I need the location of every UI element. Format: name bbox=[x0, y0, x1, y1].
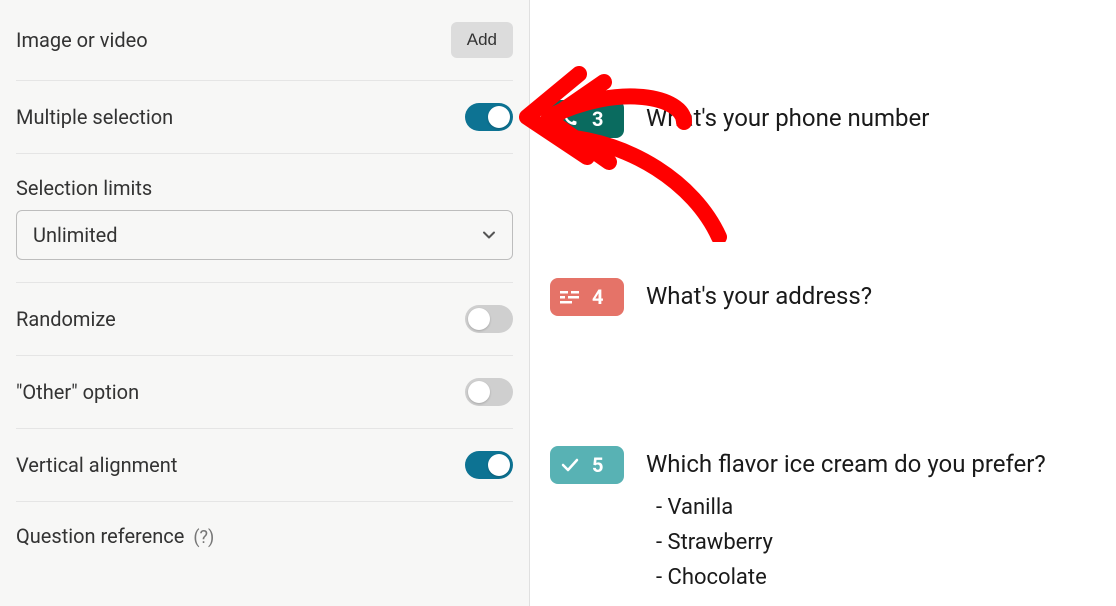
vertical-alignment-label: Vertical alignment bbox=[16, 453, 177, 477]
selection-limits-label: Selection limits bbox=[16, 154, 513, 210]
question-text-5: Which flavor ice cream do you prefer? bbox=[646, 450, 1046, 478]
choice-item: - Chocolate bbox=[656, 560, 1046, 595]
toggle-knob bbox=[468, 308, 490, 330]
toggle-knob bbox=[488, 454, 510, 476]
toggle-knob bbox=[468, 381, 490, 403]
address-icon bbox=[560, 289, 580, 305]
settings-sidebar: Image or video Add Multiple selection Se… bbox=[0, 0, 530, 606]
multiple-selection-label: Multiple selection bbox=[16, 105, 173, 129]
question-reference-label: Question reference (?) bbox=[16, 524, 214, 548]
question-text-4: What's your address? bbox=[646, 282, 872, 310]
choices-list: - Vanilla - Strawberry - Chocolate bbox=[656, 490, 1046, 596]
question-reference-text: Question reference bbox=[16, 524, 184, 548]
question-number-4: 4 bbox=[592, 285, 603, 309]
multiple-selection-row: Multiple selection bbox=[16, 81, 513, 154]
questions-preview: 3 What's your phone number 4 What's your… bbox=[530, 0, 1116, 606]
other-option-label: "Other" option bbox=[16, 380, 139, 404]
question-badge-5: 5 bbox=[550, 446, 624, 484]
vertical-alignment-toggle[interactable] bbox=[465, 451, 513, 479]
question-row-4[interactable]: 4 What's your address? bbox=[550, 278, 1096, 316]
check-icon bbox=[560, 457, 580, 473]
toggle-knob bbox=[488, 106, 510, 128]
image-or-video-row: Image or video Add bbox=[16, 0, 513, 81]
randomize-row: Randomize bbox=[16, 283, 513, 356]
randomize-toggle[interactable] bbox=[465, 305, 513, 333]
selection-limits-select[interactable]: Unlimited bbox=[16, 210, 513, 260]
phone-icon bbox=[560, 111, 580, 127]
image-or-video-label: Image or video bbox=[16, 28, 148, 52]
chevron-down-icon bbox=[482, 228, 496, 242]
question-text-3: What's your phone number bbox=[646, 104, 929, 132]
question-badge-4: 4 bbox=[550, 278, 624, 316]
other-option-row: "Other" option bbox=[16, 356, 513, 429]
question-row-3[interactable]: 3 What's your phone number bbox=[550, 100, 1096, 138]
randomize-label: Randomize bbox=[16, 307, 116, 331]
question-reference-row: Question reference (?) bbox=[16, 502, 513, 570]
vertical-alignment-row: Vertical alignment bbox=[16, 429, 513, 502]
selection-limits-section: Selection limits Unlimited bbox=[16, 154, 513, 283]
selection-limits-value: Unlimited bbox=[33, 223, 118, 247]
multiple-selection-toggle[interactable] bbox=[465, 103, 513, 131]
question-row-5[interactable]: 5 Which flavor ice cream do you prefer? … bbox=[550, 446, 1096, 596]
add-button[interactable]: Add bbox=[451, 22, 513, 58]
question-content-5: Which flavor ice cream do you prefer? - … bbox=[646, 446, 1046, 596]
question-badge-3: 3 bbox=[550, 100, 624, 138]
other-option-toggle[interactable] bbox=[465, 378, 513, 406]
question-number-3: 3 bbox=[592, 107, 603, 131]
question-number-5: 5 bbox=[592, 453, 603, 477]
help-icon[interactable]: (?) bbox=[193, 527, 214, 548]
choice-item: - Vanilla bbox=[656, 490, 1046, 525]
choice-item: - Strawberry bbox=[656, 525, 1046, 560]
